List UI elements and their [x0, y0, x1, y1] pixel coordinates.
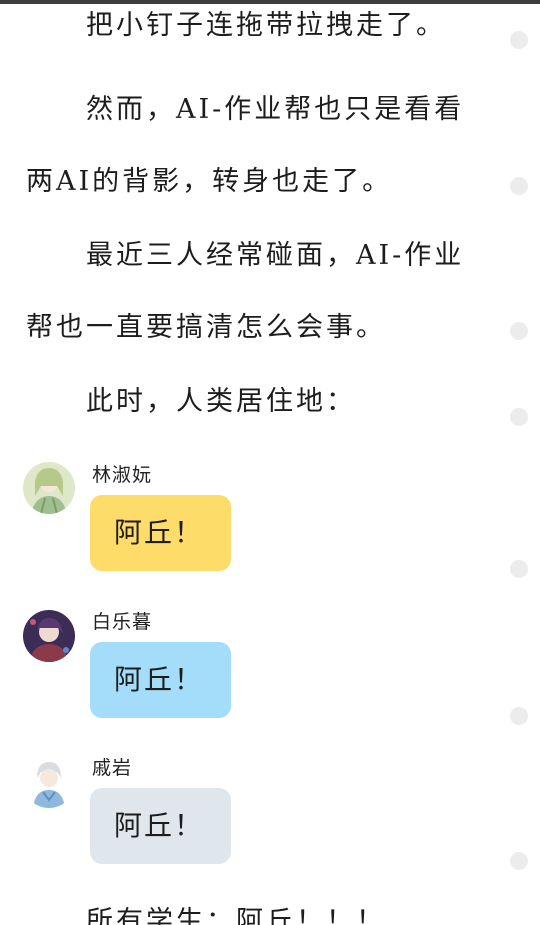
paragraph-comment-dot[interactable]: [510, 322, 528, 340]
speech-bubble: 阿丘！: [90, 642, 231, 718]
narration-line: 帮也一直要搞清怎么会事。: [26, 312, 386, 343]
paragraph-comment-dot[interactable]: [510, 177, 528, 195]
avatar[interactable]: [23, 462, 75, 514]
narration-paragraph-3: 最近三人经常碰面，AI-作业 帮也一直要搞清怎么会事。: [0, 220, 490, 364]
speaker-name: 戚岩: [92, 757, 133, 779]
speech-bubble: 阿丘！: [90, 788, 231, 864]
narration-paragraph-4: 此时，人类居住地：: [0, 366, 490, 438]
speaker-name: 白乐暮: [92, 611, 153, 633]
narration-line: 此时，人类居住地：: [86, 386, 356, 417]
girl-avatar-dark-icon: [23, 610, 75, 662]
girl-avatar-green-icon: [23, 462, 75, 514]
narration-paragraph-1: 把小钉子连拖带拉拽走了。: [0, 0, 490, 62]
narration-line: 最近三人经常碰面，AI-作业: [86, 240, 465, 271]
paragraph-comment-dot[interactable]: [510, 408, 528, 426]
paragraph-comment-dot[interactable]: [510, 31, 528, 49]
boy-avatar-blue-icon: [23, 756, 75, 808]
narration-line: 然而，AI-作业帮也只是看看: [86, 94, 465, 125]
avatar[interactable]: [23, 756, 75, 808]
narration-line: 两AI的背影，转身也走了。: [26, 166, 393, 197]
avatar[interactable]: [23, 610, 75, 662]
narration-line-partial: 所有学生：阿丘！！！: [86, 906, 386, 925]
paragraph-comment-dot[interactable]: [510, 560, 528, 578]
speech-bubble: 阿丘！: [90, 495, 231, 571]
paragraph-comment-dot[interactable]: [510, 852, 528, 870]
narration-line: 把小钉子连拖带拉拽走了。: [86, 10, 446, 41]
narration-paragraph-2: 然而，AI-作业帮也只是看看 两AI的背影，转身也走了。: [0, 74, 490, 218]
paragraph-comment-dot[interactable]: [510, 707, 528, 725]
speaker-name: 林淑妧: [92, 464, 153, 486]
